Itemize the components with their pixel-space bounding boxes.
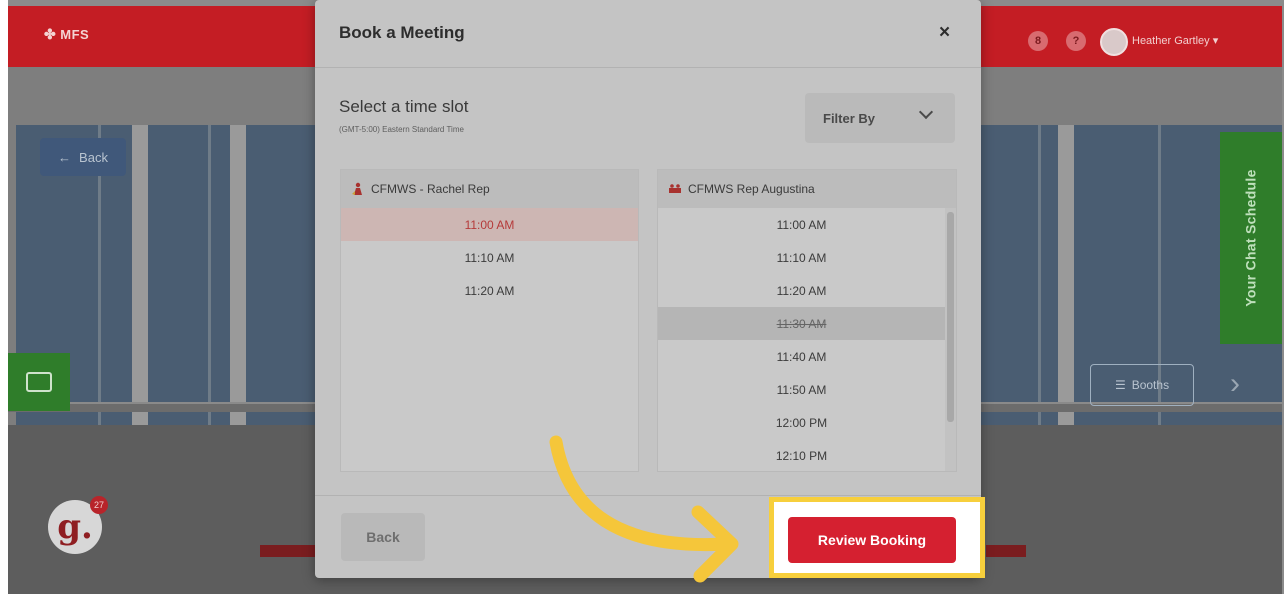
time-slot[interactable]: 11:10 AM [658,241,945,274]
chevron-right-icon[interactable]: › [1230,367,1240,401]
time-slot[interactable]: 11:20 AM [341,274,638,307]
time-slot[interactable]: 11:20 AM [658,274,945,307]
window-frame [1038,125,1041,425]
chat-schedule-label: Your Chat Schedule [1243,169,1260,307]
rep-header: CFMWS Rep Augustina [658,170,956,208]
chevron-down-icon [918,104,934,120]
rep-icon [669,184,681,193]
time-slot[interactable]: 11:50 AM [658,373,945,406]
notifications-count: 8 [1034,35,1042,47]
review-booking-button[interactable]: Review Booking [788,517,956,563]
booths-label: Booths [1131,378,1170,392]
rep-name: CFMWS - Rachel Rep [371,182,490,196]
timezone-label: (GMT-5:00) Eastern Standard Time [339,125,464,134]
time-slot[interactable]: 11:00 AM [658,208,945,241]
window-frame [208,125,211,425]
filter-dropdown[interactable]: Filter By [805,93,955,143]
arrow-left-icon: ← [58,149,72,165]
app-logo[interactable]: ✤ MFS [44,26,89,43]
chat-button[interactable] [8,353,70,411]
scrollbar-thumb[interactable] [947,212,954,422]
annotation-arrow-icon [549,435,739,583]
modal-title: Book a Meeting [339,23,465,42]
logo-text: MFS [60,27,90,42]
close-icon[interactable]: × [939,22,950,44]
avatar[interactable] [1100,28,1128,56]
review-highlight: Review Booking [769,497,985,578]
time-slot: 11:30 AM [658,307,945,340]
chat-schedule-tab[interactable]: Your Chat Schedule [1220,132,1282,344]
booths-button[interactable]: ☰ Booths [1090,364,1194,406]
back-button[interactable]: Back [341,513,425,561]
booth-base [986,545,1026,557]
notification-count-badge: 27 [90,496,108,514]
time-slot[interactable]: 11:10 AM [341,241,638,274]
help-icon[interactable]: ? [1066,31,1086,51]
notification-count: 27 [93,500,104,510]
time-slot[interactable]: 11:40 AM [658,340,945,373]
maple-leaf-icon: ✤ [44,26,57,42]
chat-icon [26,372,52,392]
filter-label: Filter By [823,110,876,126]
menu-icon: ☰ [1114,378,1126,392]
lobby-back-label: Back [79,149,108,165]
rep-name: CFMWS Rep Augustina [688,182,815,196]
lobby-back-button[interactable]: ← Back [40,138,126,176]
slot-heading: Select a time slot [339,97,469,116]
game-badge-letter: g. [57,507,93,547]
time-slot[interactable]: 11:00 AM [341,208,638,241]
notifications-icon[interactable]: 8 [1028,31,1048,51]
screen: ✤ MFS 8 ? Heather Gartley ▾ ← Back Your … [8,0,1284,594]
rep-header: CFMWS - Rachel Rep [341,170,638,208]
pillar [230,125,246,425]
booth-base [260,545,320,557]
rep-icon [352,182,362,195]
divider [315,67,981,68]
help-label: ? [1072,35,1080,47]
pillar [132,125,148,425]
user-menu[interactable]: Heather Gartley ▾ [1132,34,1218,47]
time-slot-list: 11:00 AM 11:10 AM 11:20 AM [341,208,638,307]
pillar [1058,125,1074,425]
user-name: Heather Gartley [1132,35,1210,47]
